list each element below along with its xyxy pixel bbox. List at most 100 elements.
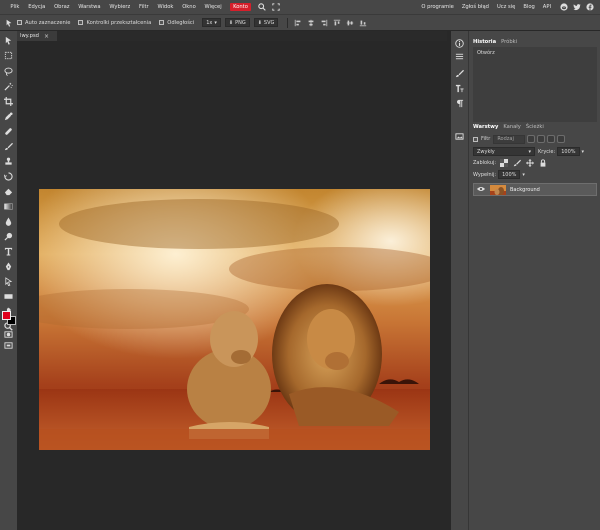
- filter-shape-icon[interactable]: [557, 135, 566, 143]
- lock-position-icon[interactable]: [525, 158, 534, 167]
- gradient-tool[interactable]: [3, 201, 14, 212]
- text-tool[interactable]: [3, 246, 14, 257]
- menu-view[interactable]: Widok: [153, 4, 178, 10]
- align-left-icon[interactable]: [293, 18, 302, 27]
- lock-all-icon[interactable]: [538, 158, 547, 167]
- align-top-icon[interactable]: [332, 18, 341, 27]
- brush-panel-icon[interactable]: [454, 68, 465, 79]
- blur-tool[interactable]: [3, 216, 14, 227]
- move-tool[interactable]: [3, 35, 14, 46]
- search-icon[interactable]: [258, 3, 266, 11]
- facebook-icon[interactable]: [586, 3, 594, 11]
- menu-blog[interactable]: Blog: [519, 4, 538, 10]
- history-brush-tool[interactable]: [3, 171, 14, 182]
- align-center-h-icon[interactable]: [306, 18, 315, 27]
- export-svg-button[interactable]: ⬇ SVG: [253, 18, 279, 27]
- menu-about[interactable]: O programie: [417, 4, 458, 10]
- text-icon: [4, 247, 13, 256]
- export-png-button[interactable]: ⬇ PNG: [224, 18, 250, 27]
- layer-filter-row: Filtr Rodzaj: [473, 134, 597, 144]
- transform-controls-option[interactable]: Kontrolki przekształcenia: [78, 20, 151, 26]
- auto-select-checkbox[interactable]: [17, 20, 22, 25]
- history-entry[interactable]: Otwórz: [477, 50, 593, 56]
- distances-checkbox[interactable]: [159, 20, 165, 25]
- twitter-icon[interactable]: [573, 3, 581, 11]
- clone-stamp-tool[interactable]: [3, 156, 14, 167]
- chevron-down-icon[interactable]: ▾: [522, 172, 525, 178]
- canvas-area[interactable]: [17, 41, 447, 530]
- document-tab[interactable]: lwy.psd ×: [17, 31, 57, 41]
- brush-icon: [4, 142, 13, 151]
- tab-history[interactable]: Historia: [473, 39, 496, 45]
- transform-controls-checkbox[interactable]: [78, 20, 84, 25]
- marquee-tool[interactable]: [3, 50, 14, 61]
- chevron-down-icon[interactable]: ▾: [582, 149, 585, 155]
- brush-tool[interactable]: [3, 141, 14, 152]
- distances-option[interactable]: Odległości: [159, 20, 194, 26]
- close-icon[interactable]: ×: [44, 33, 49, 40]
- menu-report-bug[interactable]: Zgłoś błąd: [458, 4, 493, 10]
- menu-file[interactable]: Plik: [6, 4, 24, 10]
- menu-edit[interactable]: Edycja: [24, 4, 50, 10]
- healing-tool[interactable]: [3, 126, 14, 137]
- screen-mode-button[interactable]: [3, 340, 14, 351]
- filter-kind-select[interactable]: Rodzaj: [493, 134, 526, 144]
- filter-pixel-icon[interactable]: [527, 135, 536, 143]
- image-panel-icon[interactable]: [454, 131, 465, 142]
- tab-layers[interactable]: Warstwy: [473, 124, 498, 130]
- lasso-tool[interactable]: [3, 66, 14, 77]
- menu-image[interactable]: Obraz: [50, 4, 74, 10]
- align-middle-icon[interactable]: [345, 18, 354, 27]
- character-panel-icon[interactable]: [454, 83, 465, 94]
- eyedropper-icon: [4, 112, 13, 121]
- magic-wand-tool[interactable]: [3, 81, 14, 92]
- info-icon[interactable]: [454, 38, 465, 49]
- lock-transparency-icon[interactable]: [499, 158, 508, 167]
- divider: [287, 17, 289, 28]
- align-bottom-icon[interactable]: [358, 18, 367, 27]
- filter-checkbox[interactable]: [473, 136, 478, 142]
- paragraph-panel-icon[interactable]: [454, 98, 465, 109]
- menu-filter[interactable]: Filtr: [135, 4, 153, 10]
- tab-paths[interactable]: Ścieżki: [526, 124, 544, 130]
- pen-tool[interactable]: [3, 261, 14, 272]
- blend-mode-select[interactable]: Zwykły ▾: [473, 147, 535, 156]
- menu-select[interactable]: Wybierz: [105, 4, 135, 10]
- menu-api[interactable]: API: [539, 4, 555, 10]
- tab-swatches[interactable]: Próbki: [501, 39, 517, 45]
- info-glyph: [455, 39, 464, 48]
- fullscreen-icon[interactable]: [272, 3, 280, 11]
- menu-more[interactable]: Więcej: [200, 4, 226, 10]
- crop-tool[interactable]: [3, 96, 14, 107]
- filter-type-icon[interactable]: [547, 135, 556, 143]
- filter-adjustment-icon[interactable]: [537, 135, 546, 143]
- history-panel-icon[interactable]: [454, 51, 465, 62]
- move-tool-icon: [4, 18, 13, 27]
- menu-window[interactable]: Okno: [178, 4, 200, 10]
- gradient-icon: [4, 203, 13, 210]
- eyedropper-tool[interactable]: [3, 111, 14, 122]
- dodge-tool[interactable]: [3, 231, 14, 242]
- eraser-tool[interactable]: [3, 186, 14, 197]
- opacity-input[interactable]: 100%: [557, 147, 580, 156]
- layer-row[interactable]: Background: [473, 183, 597, 196]
- quick-mask-button[interactable]: [3, 329, 14, 340]
- fill-input[interactable]: 100%: [498, 170, 521, 179]
- tab-channels[interactable]: Kanały: [503, 124, 521, 130]
- menu-layer[interactable]: Warstwa: [74, 4, 105, 10]
- eraser-icon: [4, 188, 13, 196]
- menu-learn[interactable]: Ucz się: [493, 4, 519, 10]
- lock-label: Zablokuj:: [473, 159, 497, 166]
- color-swatches[interactable]: [2, 311, 16, 325]
- align-right-icon[interactable]: [319, 18, 328, 27]
- visibility-eye-icon[interactable]: [477, 186, 485, 194]
- foreground-color-swatch[interactable]: [2, 311, 11, 320]
- account-button[interactable]: Konto: [230, 3, 251, 11]
- zoom-select[interactable]: 1x ▾: [202, 18, 221, 27]
- reddit-icon[interactable]: [560, 3, 568, 11]
- path-select-tool[interactable]: [3, 276, 14, 287]
- auto-select-option[interactable]: Auto zaznaczenie: [17, 20, 70, 26]
- lock-pixels-icon[interactable]: [512, 158, 521, 167]
- canvas-image[interactable]: [39, 189, 430, 450]
- shape-tool[interactable]: [3, 291, 14, 302]
